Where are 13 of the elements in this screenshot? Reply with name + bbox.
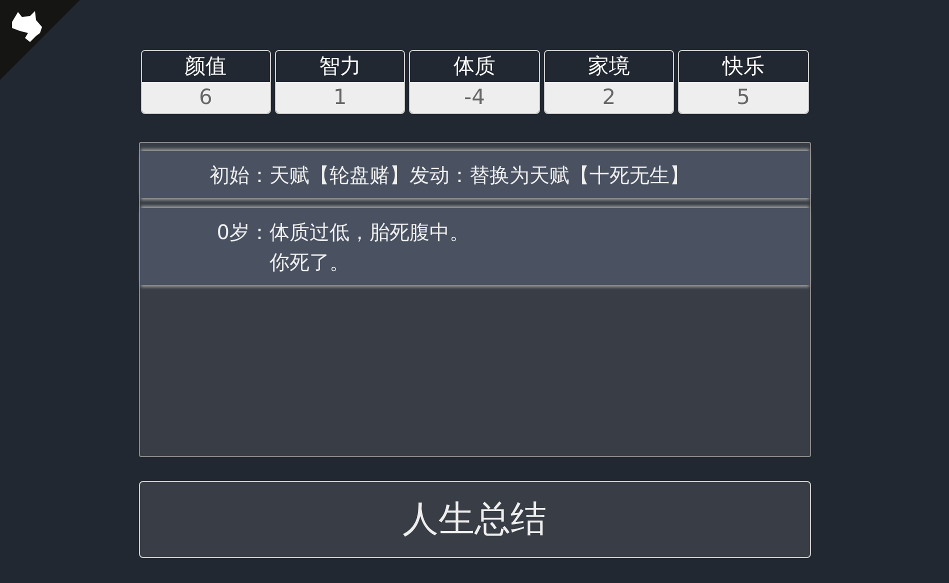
entry-text: 体质过低，胎死腹中。: [270, 219, 470, 246]
stat-value: 2: [544, 82, 674, 113]
stat-value: 6: [142, 82, 270, 113]
entry-text: 你死了。: [270, 249, 350, 276]
entry-age: 0岁：: [216, 219, 270, 246]
corner-ribbon[interactable]: [0, 0, 80, 80]
entry-age: 初始：: [208, 162, 270, 189]
stat-value: 1: [276, 82, 404, 113]
stat-value: 5: [679, 82, 808, 113]
summary-button[interactable]: 人生总结: [138, 481, 810, 558]
stat-value: -4: [410, 82, 539, 113]
entry-text: 天赋【轮盘赌】发动：替换为天赋【十死无生】: [270, 162, 690, 189]
cat-icon: [12, 11, 42, 42]
